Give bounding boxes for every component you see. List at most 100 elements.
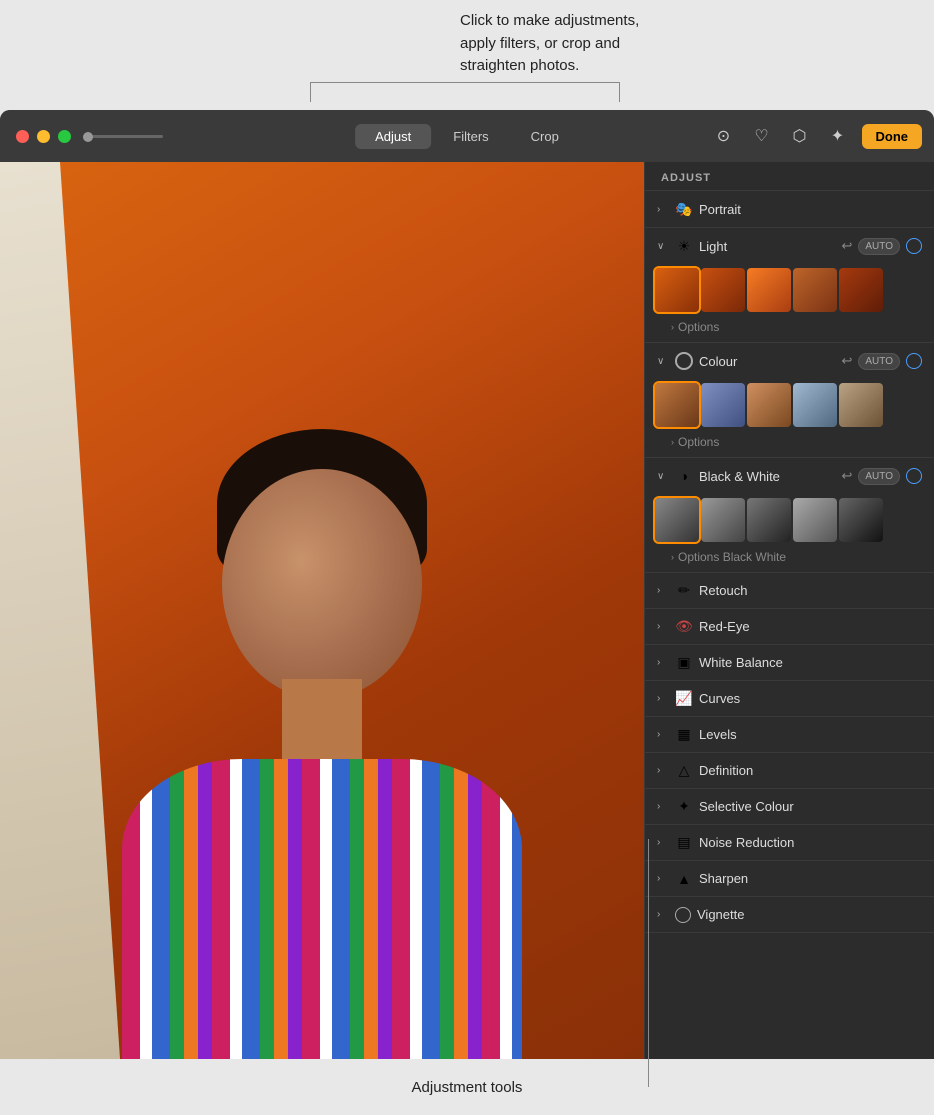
bw-row[interactable]: ∨ ◑ Black & White ↩ AUTO: [645, 458, 934, 494]
bw-auto-badge[interactable]: AUTO: [858, 468, 900, 485]
bw-section-icon: ◑: [675, 467, 693, 485]
panel-scroll[interactable]: › 🎭 Portrait ∨ ☀ Light ↩: [645, 191, 934, 1065]
done-button[interactable]: Done: [862, 124, 923, 149]
levels-chevron-icon: ›: [657, 729, 669, 740]
bw-toggle-button[interactable]: [906, 468, 922, 484]
close-button[interactable]: [16, 130, 29, 143]
sharpen-icon: ▲: [675, 870, 693, 888]
tab-crop[interactable]: Crop: [511, 124, 579, 149]
content-area: ⬡ Portrait ☀ ⬡ ⬤ ◎ ⊙ Studio ADJUST: [0, 162, 934, 1115]
dot-tool-icon[interactable]: ⊙: [312, 1075, 338, 1101]
vignette-row[interactable]: › Vignette: [645, 897, 934, 933]
bw-undo-icon[interactable]: ↩: [841, 468, 852, 484]
titlebar-tabs: Adjust Filters Crop: [355, 124, 579, 149]
colour-toggle-button[interactable]: [906, 353, 922, 369]
portrait-section-icon: 🎭: [675, 200, 693, 218]
light-thumb-1[interactable]: [655, 268, 699, 312]
noise-chevron-icon: ›: [657, 837, 669, 848]
photo-overlay: [0, 162, 644, 1059]
definition-label: Definition: [699, 763, 922, 778]
right-panel: ADJUST › 🎭 Portrait ∨ ☀: [644, 162, 934, 1115]
noise-row[interactable]: › ▤ Noise Reduction: [645, 825, 934, 861]
light-undo-icon[interactable]: ↩: [841, 238, 852, 254]
portrait-label: Portrait: [38, 1080, 80, 1095]
definition-row[interactable]: › △ Definition: [645, 753, 934, 789]
curves-row[interactable]: › 📈 Curves: [645, 681, 934, 717]
bw-thumb-2[interactable]: [701, 498, 745, 542]
bw-options-row[interactable]: › Options Black White: [645, 548, 934, 572]
minimize-button[interactable]: [37, 130, 50, 143]
colour-section-label: Colour: [699, 354, 835, 369]
light-options-label: Options: [678, 320, 719, 334]
bw-controls: ↩ AUTO: [841, 468, 922, 485]
colour-thumb-5[interactable]: [839, 383, 883, 427]
definition-icon: △: [675, 762, 693, 780]
colour-undo-icon[interactable]: ↩: [841, 353, 852, 369]
light-auto-badge[interactable]: AUTO: [858, 238, 900, 255]
colour-auto-badge[interactable]: AUTO: [858, 353, 900, 370]
colour-controls: ↩ AUTO: [841, 353, 922, 370]
bw-thumb-3[interactable]: [747, 498, 791, 542]
retouch-icon: ✏: [675, 582, 693, 600]
portrait-cube-icon: ⬡: [16, 1077, 32, 1098]
light-thumb-3[interactable]: [747, 268, 791, 312]
adjust-header: ADJUST: [645, 162, 934, 191]
light-thumb-4[interactable]: [793, 268, 837, 312]
vignette-chevron-icon: ›: [657, 909, 669, 920]
colour-thumbnails: [645, 379, 934, 433]
levels-row[interactable]: › ▦ Levels: [645, 717, 934, 753]
selcol-chevron-icon: ›: [657, 801, 669, 812]
brightness-slider[interactable]: [83, 135, 163, 138]
bw-section-label: Black & White: [699, 469, 835, 484]
face: [222, 469, 422, 699]
light-thumb-5[interactable]: [839, 268, 883, 312]
light-options-chevron-icon: ›: [671, 322, 674, 332]
wb-label: White Balance: [699, 655, 922, 670]
tab-adjust[interactable]: Adjust: [355, 124, 431, 149]
circle-tool-icon[interactable]: ⬤: [232, 1075, 258, 1101]
colour-thumb-3[interactable]: [747, 383, 791, 427]
slider-track: [83, 135, 163, 138]
bottom-toolbar: ⬡ Portrait ☀ ⬡ ⬤ ◎ ⊙ Studio: [0, 1059, 644, 1115]
colour-chevron-icon: ∨: [657, 356, 669, 367]
titlebar: Adjust Filters Crop ⊙ ♡ ⬡ ✦ Done: [0, 110, 934, 162]
light-thumbnails: [645, 264, 934, 318]
wb-row[interactable]: › ▣ White Balance: [645, 645, 934, 681]
maximize-button[interactable]: [58, 130, 71, 143]
light-thumb-2[interactable]: [701, 268, 745, 312]
favorite-button[interactable]: ♡: [748, 122, 776, 150]
colour-thumb-4[interactable]: [793, 383, 837, 427]
cube-tool-icon[interactable]: ⬡: [192, 1075, 218, 1101]
magic-button[interactable]: ✦: [824, 122, 852, 150]
light-section-label: Light: [699, 239, 835, 254]
colour-thumb-1[interactable]: [655, 383, 699, 427]
light-options-row[interactable]: › Options: [645, 318, 934, 342]
tab-filters[interactable]: Filters: [433, 124, 508, 149]
vignette-icon: [675, 907, 691, 923]
portrait-chevron-icon: ›: [657, 204, 669, 215]
colour-options-row[interactable]: › Options: [645, 433, 934, 457]
light-chevron-icon: ∨: [657, 241, 669, 252]
ring-tool-icon[interactable]: ◎: [272, 1075, 298, 1101]
more-options-button[interactable]: ⊙: [710, 122, 738, 150]
light-toggle-button[interactable]: [906, 238, 922, 254]
light-row[interactable]: ∨ ☀ Light ↩ AUTO: [645, 228, 934, 264]
bw-chevron-icon: ∨: [657, 471, 669, 482]
selcol-label: Selective Colour: [699, 799, 922, 814]
bw-thumb-1[interactable]: [655, 498, 699, 542]
levels-label: Levels: [699, 727, 922, 742]
redeye-row[interactable]: › 👁 Red-Eye: [645, 609, 934, 645]
definition-chevron-icon: ›: [657, 765, 669, 776]
portrait-row[interactable]: › 🎭 Portrait: [645, 191, 934, 227]
share-button[interactable]: ⬡: [786, 122, 814, 150]
bw-thumb-5[interactable]: [839, 498, 883, 542]
colour-row[interactable]: ∨ Colour ↩ AUTO: [645, 343, 934, 379]
bw-thumb-4[interactable]: [793, 498, 837, 542]
selcol-row[interactable]: › ✦ Selective Colour: [645, 789, 934, 825]
sharpen-row[interactable]: › ▲ Sharpen: [645, 861, 934, 897]
retouch-row[interactable]: › ✏ Retouch: [645, 573, 934, 609]
colour-thumb-2[interactable]: [701, 383, 745, 427]
reset-adjustments-button[interactable]: Reset Adjustments: [661, 1076, 918, 1105]
sun-tool-icon[interactable]: ☀: [152, 1075, 178, 1101]
curves-chevron-icon: ›: [657, 693, 669, 704]
